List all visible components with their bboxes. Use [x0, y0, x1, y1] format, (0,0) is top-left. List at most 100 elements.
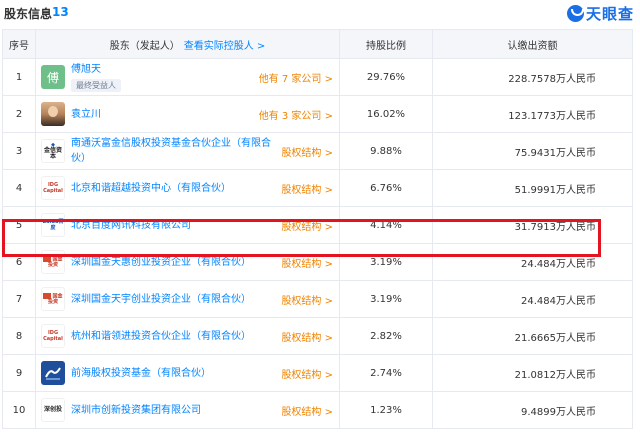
- company-logo[interactable]: IDG Capital: [41, 176, 65, 200]
- holder-cell: 傅 傅旭天 最终受益人 他有 7 家公司 >: [35, 58, 340, 96]
- logo-text: IDG Capital: [43, 330, 63, 342]
- holder-name-link[interactable]: 杭州和谐领进投资合伙企业（有限合伙）: [71, 329, 251, 344]
- logo-text: 金信资本: [43, 147, 62, 160]
- view-actual-controller-link[interactable]: 查看实际控股人 >: [184, 41, 266, 52]
- company-logo[interactable]: 国金投资: [41, 287, 65, 311]
- holder-cell: 国金投资 深圳国金天宇创业投资企业（有限合伙） 股权结构 >: [35, 280, 340, 318]
- guojin-logo-icon: [43, 292, 52, 299]
- logo-text: IDG Capital: [43, 182, 63, 194]
- company-logo[interactable]: Baidu百度: [41, 213, 65, 237]
- equity-structure-link[interactable]: 股权结构 >: [281, 181, 333, 196]
- shareholder-table: 序号 股东（发起人） 查看实际控股人 > 持股比例 认缴出资额 1 傅 傅旭天 最…: [2, 29, 633, 429]
- holder-name-link[interactable]: 北京百度网讯科技有限公司: [71, 218, 191, 233]
- logo-text: Baidu百度: [42, 219, 64, 231]
- logo-text: 国金投资: [42, 292, 64, 305]
- subscribed-amount: 24.484万人民币: [432, 243, 633, 281]
- holding-ratio: 2.82%: [339, 317, 433, 355]
- row-index: 4: [2, 169, 36, 207]
- company-logo[interactable]: 深创投: [41, 398, 65, 422]
- holder-name-link[interactable]: 前海股权投资基金（有限合伙）: [71, 366, 211, 381]
- holder-cell: 前海股权投资基金（有限合伙） 股权结构 >: [35, 354, 340, 392]
- subscribed-amount: 51.9991万人民币: [432, 169, 633, 207]
- row-index: 10: [2, 391, 36, 429]
- holder-cell: Baidu百度 北京百度网讯科技有限公司 股权结构 >: [35, 206, 340, 244]
- subscribed-amount: 21.0812万人民币: [432, 354, 633, 392]
- holder-name-link[interactable]: 深圳市创新投资集团有限公司: [71, 403, 201, 418]
- subscribed-amount: 9.4899万人民币: [432, 391, 633, 429]
- table-row: 5 Baidu百度 北京百度网讯科技有限公司 股权结构 > 4.14% 31.7…: [2, 206, 633, 244]
- equity-structure-link[interactable]: 股权结构 >: [281, 292, 333, 307]
- table-row: 1 傅 傅旭天 最终受益人 他有 7 家公司 > 29.76% 228.7578…: [2, 58, 633, 96]
- holding-ratio: 9.88%: [339, 132, 433, 170]
- holder-name-link[interactable]: 北京和谐超越投资中心（有限合伙）: [71, 181, 231, 196]
- section-header: 股东信息 13 天眼查: [0, 0, 640, 26]
- holding-ratio: 3.19%: [339, 243, 433, 281]
- row-index: 5: [2, 206, 36, 244]
- equity-structure-link[interactable]: 股权结构 >: [281, 218, 333, 233]
- table-row: 4 IDG Capital 北京和谐超越投资中心（有限合伙） 股权结构 > 6.…: [2, 169, 633, 207]
- table-row: 8 IDG Capital 杭州和谐领进投资合伙企业（有限合伙） 股权结构 > …: [2, 317, 633, 355]
- holder-cell: 国金投资 深圳国金天惠创业投资企业（有限合伙） 股权结构 >: [35, 243, 340, 281]
- holder-cell: IDG Capital 杭州和谐领进投资合伙企业（有限合伙） 股权结构 >: [35, 317, 340, 355]
- brand-name: 天眼查: [585, 4, 634, 23]
- brand-logo[interactable]: 天眼查: [566, 3, 634, 23]
- guojin-logo-icon: [43, 255, 52, 262]
- company-logo[interactable]: 国金投资: [41, 250, 65, 274]
- holding-ratio: 4.14%: [339, 206, 433, 244]
- holder-cell: ◆ 金信资本 南通沃富金信股权投资基金合伙企业（有限合伙） 股权结构 >: [35, 132, 340, 170]
- subscribed-amount: 24.484万人民币: [432, 280, 633, 318]
- shareholder-count: 13: [52, 5, 69, 19]
- equity-structure-link[interactable]: 股权结构 >: [281, 403, 333, 418]
- row-index: 2: [2, 95, 36, 133]
- table-row: 10 深创投 深圳市创新投资集团有限公司 股权结构 > 1.23% 9.4899…: [2, 391, 633, 429]
- column-header-holder: 股东（发起人） 查看实际控股人 >: [35, 29, 340, 59]
- equity-structure-link[interactable]: 股权结构 >: [281, 366, 333, 381]
- equity-structure-link[interactable]: 股权结构 >: [281, 144, 333, 159]
- table-row: 7 国金投资 深圳国金天宇创业投资企业（有限合伙） 股权结构 > 3.19% 2…: [2, 280, 633, 318]
- equity-structure-link[interactable]: 股权结构 >: [281, 329, 333, 344]
- holding-ratio: 1.23%: [339, 391, 433, 429]
- table-header-row: 序号 股东（发起人） 查看实际控股人 > 持股比例 认缴出资额: [2, 29, 633, 59]
- column-header-holder-label: 股东（发起人）: [109, 40, 180, 52]
- logo-text: 深创投: [43, 406, 62, 413]
- qianhai-logo-icon: [45, 367, 61, 380]
- company-logo[interactable]: ◆ 金信资本: [41, 139, 65, 163]
- company-count-link[interactable]: 他有 3 家公司 >: [259, 107, 333, 122]
- column-header-ratio: 持股比例: [339, 29, 433, 59]
- table-row: 6 国金投资 深圳国金天惠创业投资企业（有限合伙） 股权结构 > 3.19% 2…: [2, 243, 633, 281]
- column-header-index: 序号: [2, 29, 36, 59]
- row-index: 3: [2, 132, 36, 170]
- holder-name-link[interactable]: 傅旭天: [71, 62, 121, 77]
- holder-name-link[interactable]: 深圳国金天宇创业投资企业（有限合伙）: [71, 292, 251, 307]
- row-index: 9: [2, 354, 36, 392]
- beneficiary-badge: 最终受益人: [71, 79, 121, 92]
- row-index: 8: [2, 317, 36, 355]
- subscribed-amount: 228.7578万人民币: [432, 58, 633, 96]
- person-photo-avatar[interactable]: [41, 102, 65, 126]
- holder-name-link[interactable]: 袁立川: [71, 107, 101, 122]
- company-count-prefix: 他有: [258, 73, 282, 85]
- equity-structure-link[interactable]: 股权结构 >: [281, 255, 333, 270]
- subscribed-amount: 21.6665万人民币: [432, 317, 633, 355]
- subscribed-amount: 123.1773万人民币: [432, 95, 633, 133]
- table-row: 3 ◆ 金信资本 南通沃富金信股权投资基金合伙企业（有限合伙） 股权结构 > 9…: [2, 132, 633, 170]
- holder-cell: IDG Capital 北京和谐超越投资中心（有限合伙） 股权结构 >: [35, 169, 340, 207]
- subscribed-amount: 31.7913万人民币: [432, 206, 633, 244]
- company-count-link[interactable]: 他有 7 家公司 >: [259, 70, 333, 85]
- holding-ratio: 2.74%: [339, 354, 433, 392]
- table-row: 2 袁立川 他有 3 家公司 > 16.02% 123.1773万人民币: [2, 95, 633, 133]
- company-logo[interactable]: [41, 361, 65, 385]
- holding-ratio: 6.76%: [339, 169, 433, 207]
- column-header-amount: 认缴出资额: [432, 29, 633, 59]
- holding-ratio: 3.19%: [339, 280, 433, 318]
- person-avatar[interactable]: 傅: [41, 65, 65, 89]
- section-title: 股东信息: [4, 7, 53, 21]
- tianyancha-logo-icon: [566, 4, 584, 22]
- holder-name-link[interactable]: 深圳国金天惠创业投资企业（有限合伙）: [71, 255, 251, 270]
- holder-name-link[interactable]: 南通沃富金信股权投资基金合伙企业（有限合伙）: [71, 136, 281, 166]
- row-index: 1: [2, 58, 36, 96]
- company-count-prefix: 他有: [258, 110, 282, 122]
- logo-text: 国金投资: [42, 255, 64, 268]
- company-logo[interactable]: IDG Capital: [41, 324, 65, 348]
- holder-cell: 深创投 深圳市创新投资集团有限公司 股权结构 >: [35, 391, 340, 429]
